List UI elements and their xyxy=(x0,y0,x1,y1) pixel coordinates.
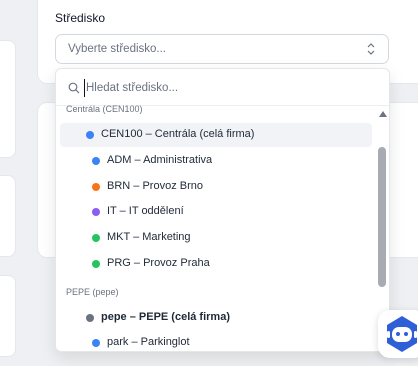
chat-bot-icon xyxy=(387,316,417,352)
select-placeholder: Vyberte středisko... xyxy=(68,43,167,55)
option-it[interactable]: IT – IT oddělení xyxy=(60,200,372,224)
option-label: CEN100 – Centrála (celá firma) xyxy=(101,128,255,140)
option-label: IT – IT oddělení xyxy=(107,205,184,217)
color-dot xyxy=(92,183,100,191)
cost-center-dropdown: Centrála (CEN100) CEN100 – Centrála (cel… xyxy=(55,68,390,352)
option-brn[interactable]: BRN – Provoz Brno xyxy=(60,175,372,199)
option-label: pepe – PEPE (celá firma) xyxy=(101,311,230,323)
option-cen100[interactable]: CEN100 – Centrála (celá firma) xyxy=(60,123,372,147)
color-dot xyxy=(86,131,94,139)
search-input[interactable] xyxy=(84,79,366,97)
dropdown-search xyxy=(56,69,389,106)
color-dot xyxy=(92,157,100,165)
option-label: MKT – Marketing xyxy=(107,231,191,243)
chevron-up-down-icon xyxy=(367,43,375,55)
option-pepe[interactable]: pepe – PEPE (celá firma) xyxy=(60,306,372,330)
color-dot xyxy=(92,260,100,268)
scroll-up-arrow[interactable] xyxy=(379,111,387,117)
option-mkt[interactable]: MKT – Marketing xyxy=(60,226,372,250)
option-label: park – Parkinglot xyxy=(107,336,190,348)
color-dot xyxy=(92,339,100,347)
cost-center-select[interactable]: Vyberte středisko... xyxy=(55,34,389,64)
option-park[interactable]: park – Parkinglot xyxy=(60,331,372,351)
side-card xyxy=(0,275,16,357)
option-label: BRN – Provoz Brno xyxy=(107,180,203,192)
side-card xyxy=(0,175,16,257)
option-prg[interactable]: PRG – Provoz Praha xyxy=(60,252,372,276)
option-label: PRG – Provoz Praha xyxy=(107,257,210,269)
scrollbar-thumb[interactable] xyxy=(378,147,386,287)
option-adm[interactable]: ADM – Administrativa xyxy=(60,149,372,173)
search-icon xyxy=(68,82,80,94)
group-header: PEPE (pepe) xyxy=(66,287,119,297)
side-card xyxy=(0,40,16,158)
color-dot xyxy=(92,208,100,216)
color-dot xyxy=(92,234,100,242)
field-label: Středisko xyxy=(55,11,106,25)
color-dot xyxy=(86,314,94,322)
chat-bot-button[interactable] xyxy=(378,310,418,358)
group-header: Centrála (CEN100) xyxy=(66,104,143,114)
option-label: ADM – Administrativa xyxy=(107,154,213,166)
